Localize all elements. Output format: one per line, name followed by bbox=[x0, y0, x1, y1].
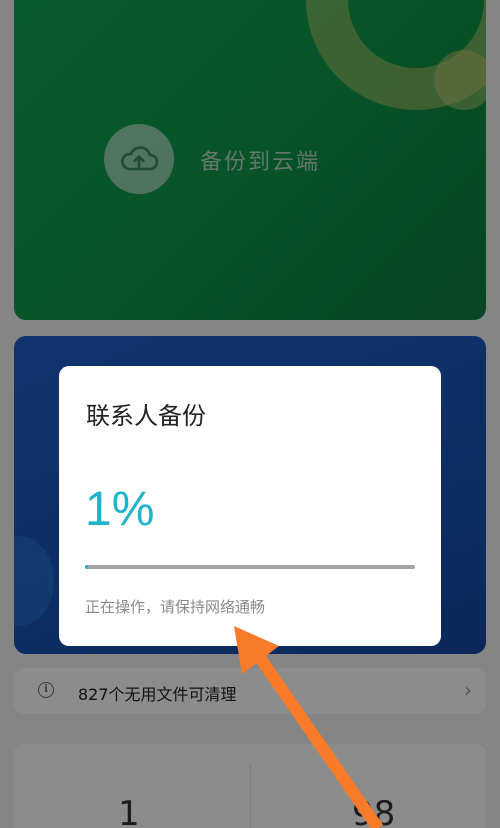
phone-screen: 备份到云端 i 827个无用文件可清理 › 1 98 联系人备份 1% 正在操作… bbox=[0, 0, 500, 828]
annotation-arrow-icon bbox=[234, 626, 383, 828]
